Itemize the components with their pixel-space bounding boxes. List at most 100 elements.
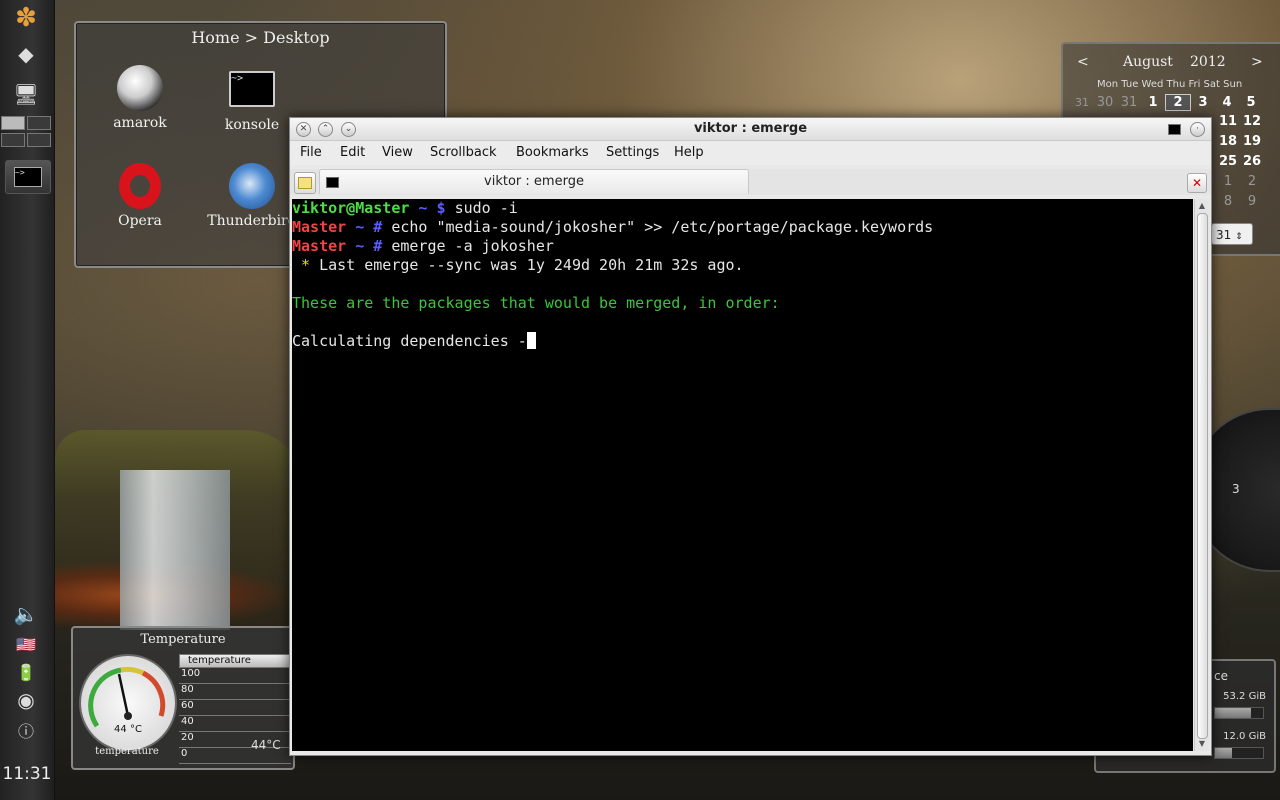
konsole-window: ✕ ⌃ ⌄ viktor : emerge · File Edit View S…: [289, 117, 1212, 756]
calendar-day[interactable]: 1: [1141, 95, 1165, 110]
calendar-week-row: 31 30 31 1 2 3 4 5: [1071, 94, 1263, 111]
scroll-up-icon[interactable]: ▲: [1197, 201, 1207, 211]
calendar-prev-button[interactable]: <: [1077, 54, 1089, 70]
close-tab-button[interactable]: ✕: [1187, 173, 1207, 193]
desktop-icon-label: Thunderbird: [207, 213, 297, 229]
menu-file[interactable]: File: [300, 145, 322, 160]
computer-icon[interactable]: 🖥: [10, 78, 42, 110]
terminal-display[interactable]: viktor@Master ~ $ sudo -i Master ~ # echo…: [292, 199, 1193, 751]
desktop-icon-amarok[interactable]: amarok: [90, 65, 190, 131]
gauge-label: temperature: [95, 746, 159, 757]
calendar-day[interactable]: 18: [1216, 134, 1240, 149]
desktop-icon-opera[interactable]: Opera: [90, 163, 190, 229]
tab-bar: viktor : emerge ✕: [290, 169, 1211, 195]
calendar-year[interactable]: 2012: [1190, 54, 1226, 70]
konsole-task-icon: ~>: [14, 167, 42, 187]
scrollbar-thumb[interactable]: [1197, 213, 1208, 739]
terminal-line: These are the packages that would be mer…: [292, 294, 933, 313]
calendar-day[interactable]: 11: [1216, 114, 1240, 129]
pager-desktop-2[interactable]: [27, 116, 51, 130]
menu-help[interactable]: Help: [674, 145, 704, 160]
scroll-down-icon[interactable]: ▼: [1197, 739, 1207, 749]
menu-edit[interactable]: Edit: [340, 145, 365, 160]
calendar-month[interactable]: August: [1123, 54, 1173, 70]
pager-desktop-4[interactable]: [27, 133, 51, 147]
tab-label: viktor : emerge: [484, 174, 584, 189]
temperature-scale-row: 80: [179, 684, 291, 700]
calendar-day[interactable]: 2: [1240, 174, 1264, 189]
temperature-scale-row: 40: [179, 716, 291, 732]
disk-usage-fill: [1215, 748, 1232, 758]
calendar-day[interactable]: 26: [1240, 154, 1264, 169]
calendar-week-row: 12: [1216, 174, 1264, 189]
menu-bookmarks[interactable]: Bookmarks: [516, 145, 589, 160]
calendar-day[interactable]: 5: [1239, 95, 1263, 110]
taskbar-konsole-task[interactable]: ~>: [5, 160, 51, 194]
temperature-scale-row: 60: [179, 700, 291, 716]
pager-desktop-3[interactable]: [1, 133, 25, 147]
menu-settings[interactable]: Settings: [606, 145, 659, 160]
disk-widget-title: ce: [1214, 669, 1228, 683]
tab-viktor-emerge[interactable]: viktor : emerge: [319, 169, 749, 194]
prompt-user: viktor@Master: [292, 199, 410, 217]
calendar-week-row: 11 12: [1216, 114, 1264, 129]
new-tab-button[interactable]: [294, 172, 316, 194]
amarok-icon: [117, 65, 163, 111]
prompt-path: ~ #: [346, 237, 392, 255]
calendar-week-spinbox[interactable]: 31 ⇕: [1211, 223, 1253, 245]
wallpaper-waterfall: [120, 470, 230, 630]
calendar-next-button[interactable]: >: [1251, 54, 1263, 70]
temperature-readout: 44°C: [251, 738, 281, 752]
calendar-day[interactable]: 3: [1191, 95, 1215, 110]
desktop-pager[interactable]: [1, 116, 53, 148]
panel-clock[interactable]: 11:31: [0, 764, 54, 784]
window-app-icon[interactable]: [1168, 124, 1181, 135]
volume-icon[interactable]: 🔈: [10, 598, 42, 630]
output-text: Last emerge --sync was 1y 249d 20h 21m 3…: [319, 256, 744, 274]
kde-kickoff-icon[interactable]: ✽: [10, 2, 42, 34]
window-menu-icon[interactable]: ·: [1190, 122, 1205, 137]
calendar-day[interactable]: 31: [1117, 95, 1141, 110]
disk-size-2: 12.0 GiB: [1223, 731, 1266, 742]
calendar-day[interactable]: 12: [1240, 114, 1264, 129]
desktop-icon-thunderbird[interactable]: Thunderbird: [202, 163, 302, 229]
spin-arrows-icon: ⇕: [1235, 232, 1243, 242]
desktop-icon-label: konsole: [224, 117, 280, 133]
notifications-info-icon[interactable]: ⓘ: [10, 714, 42, 746]
terminal-line: Master ~ # echo "media-sound/jokosher" >…: [292, 218, 933, 237]
desktop-icon-label: amarok: [113, 115, 167, 131]
temperature-widget: Temperature 44 °C temperature temperatur…: [71, 626, 295, 770]
calendar-day[interactable]: 25: [1216, 154, 1240, 169]
gauge-value: 44 °C: [114, 724, 142, 735]
temperature-scale-row: 100: [179, 668, 291, 684]
calendar-week-row: 18 19: [1216, 134, 1264, 149]
folder-view-title[interactable]: Home > Desktop: [76, 28, 445, 47]
calendar-day[interactable]: 8: [1216, 194, 1240, 209]
calendar-day-today[interactable]: 2: [1165, 94, 1191, 111]
terminal-line: Calculating dependencies -: [292, 332, 933, 351]
gauge-dial-icon: [88, 666, 166, 728]
show-desktop-icon[interactable]: ◆: [10, 38, 42, 70]
temperature-gauge: 44 °C: [79, 654, 177, 752]
terminal-scrollbar[interactable]: ▲ ▼: [1194, 199, 1209, 751]
pager-desktop-1[interactable]: [1, 116, 25, 130]
calendar-day[interactable]: 1: [1216, 174, 1240, 189]
command-text: echo "media-sound/jokosher" >> /etc/port…: [391, 218, 934, 236]
calendar-day[interactable]: 30: [1093, 95, 1117, 110]
window-title: viktor : emerge: [693, 121, 808, 136]
amarok-tray-icon[interactable]: ◉: [10, 684, 42, 716]
menu-view[interactable]: View: [382, 145, 413, 160]
desktop-icon-konsole[interactable]: ~> konsole: [202, 65, 302, 133]
calendar-day[interactable]: 19: [1240, 134, 1264, 149]
output-bullet: *: [292, 256, 320, 274]
output-text: Calculating dependencies -: [292, 332, 527, 350]
calendar-day[interactable]: 9: [1240, 194, 1264, 209]
menu-bar: File Edit View Scrollback Bookmarks Sett…: [290, 141, 1211, 165]
terminal-line: Master ~ # emerge -a jokosher: [292, 237, 933, 256]
calendar-week-row: 89: [1216, 194, 1264, 209]
calendar-day[interactable]: 4: [1215, 95, 1239, 110]
window-titlebar[interactable]: ✕ ⌃ ⌄ viktor : emerge ·: [290, 118, 1211, 141]
menu-scrollback[interactable]: Scrollback: [430, 145, 497, 160]
